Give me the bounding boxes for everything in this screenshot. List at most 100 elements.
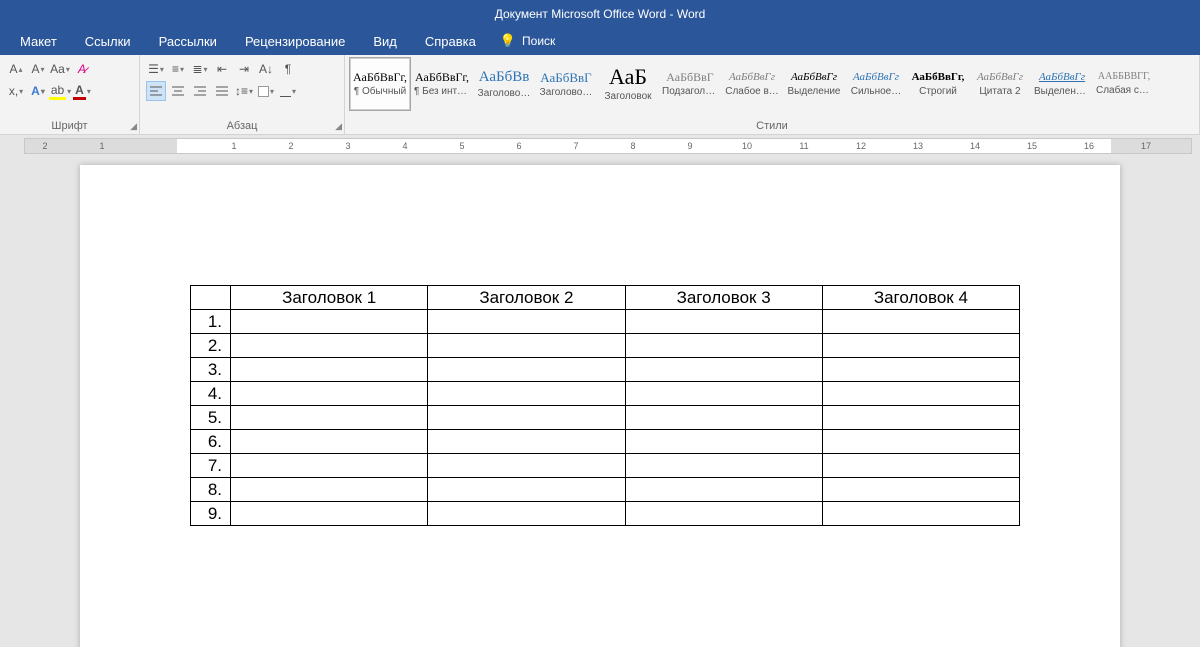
table-cell[interactable] — [822, 310, 1019, 334]
align-center-button[interactable] — [168, 81, 188, 101]
table-row-number[interactable]: 4. — [191, 382, 231, 406]
table-cell[interactable] — [625, 430, 822, 454]
table-cell[interactable] — [822, 382, 1019, 406]
style-item[interactable]: АаБбВвГгЦитата 2 — [969, 57, 1031, 111]
table-header-blank[interactable] — [191, 286, 231, 310]
table-header-row[interactable]: Заголовок 1 Заголовок 2 Заголовок 3 Заго… — [191, 286, 1020, 310]
table-cell[interactable] — [428, 502, 625, 526]
tab-mailings[interactable]: Рассылки — [145, 28, 231, 55]
tell-me-search[interactable]: 💡 Поиск — [490, 33, 555, 49]
table-cell[interactable] — [822, 358, 1019, 382]
table-cell[interactable] — [625, 478, 822, 502]
decrease-indent-button[interactable]: ⇤ — [212, 59, 232, 79]
table-cell[interactable] — [428, 478, 625, 502]
document-area[interactable]: Заголовок 1 Заголовок 2 Заголовок 3 Заго… — [0, 157, 1200, 647]
font-dialog-launcher-icon[interactable]: ◢ — [130, 121, 137, 132]
table-row[interactable]: 9. — [191, 502, 1020, 526]
table-cell[interactable] — [231, 406, 428, 430]
table-row-number[interactable]: 9. — [191, 502, 231, 526]
bullets-button[interactable]: ☰▾ — [146, 59, 166, 79]
sort-button[interactable]: A↓ — [256, 59, 276, 79]
text-effects-button[interactable]: A▾ — [28, 81, 48, 101]
table-row[interactable]: 5. — [191, 406, 1020, 430]
table-cell[interactable] — [625, 502, 822, 526]
table-cell[interactable] — [625, 454, 822, 478]
table-cell[interactable] — [428, 454, 625, 478]
style-item[interactable]: АаБбВвГгВыделенн… — [1031, 57, 1093, 111]
show-paragraph-marks-button[interactable]: ¶ — [278, 59, 298, 79]
style-item[interactable]: АаБбВвЗаголово… — [473, 57, 535, 111]
table-cell[interactable] — [231, 502, 428, 526]
table-cell[interactable] — [428, 358, 625, 382]
horizontal-ruler[interactable]: 211234567891011121314151617 — [24, 138, 1192, 154]
table-row[interactable]: 2. — [191, 334, 1020, 358]
styles-gallery[interactable]: АаБбВвГг,¶ ОбычныйАаБбВвГг,¶ Без инте…Аа… — [349, 57, 1195, 118]
tab-review[interactable]: Рецензирование — [231, 28, 359, 55]
style-item[interactable]: АаБбВвГЗаголово… — [535, 57, 597, 111]
table-cell[interactable] — [822, 430, 1019, 454]
table-header-cell[interactable]: Заголовок 3 — [625, 286, 822, 310]
table-row[interactable]: 7. — [191, 454, 1020, 478]
page[interactable]: Заголовок 1 Заголовок 2 Заголовок 3 Заго… — [80, 165, 1120, 647]
table-row[interactable]: 6. — [191, 430, 1020, 454]
table-header-cell[interactable]: Заголовок 2 — [428, 286, 625, 310]
table-row[interactable]: 4. — [191, 382, 1020, 406]
table-row[interactable]: 1. — [191, 310, 1020, 334]
table-row-number[interactable]: 2. — [191, 334, 231, 358]
table-cell[interactable] — [428, 382, 625, 406]
table-row[interactable]: 3. — [191, 358, 1020, 382]
style-item[interactable]: АаБЗаголовок — [597, 57, 659, 111]
table-row-number[interactable]: 7. — [191, 454, 231, 478]
table-cell[interactable] — [428, 310, 625, 334]
align-left-button[interactable] — [146, 81, 166, 101]
table-header-cell[interactable]: Заголовок 1 — [231, 286, 428, 310]
table-cell[interactable] — [822, 334, 1019, 358]
align-right-button[interactable] — [190, 81, 210, 101]
tab-references[interactable]: Ссылки — [71, 28, 145, 55]
table-cell[interactable] — [822, 502, 1019, 526]
table-row-number[interactable]: 3. — [191, 358, 231, 382]
table-cell[interactable] — [625, 406, 822, 430]
table-cell[interactable] — [231, 358, 428, 382]
style-item[interactable]: АаБбВвГПодзаголо… — [659, 57, 721, 111]
highlight-button[interactable]: ab▾ — [50, 81, 70, 101]
table-cell[interactable] — [822, 406, 1019, 430]
style-item[interactable]: АаБбВвГг,¶ Обычный — [349, 57, 411, 111]
table-cell[interactable] — [428, 406, 625, 430]
clear-formatting-button[interactable]: A̷ — [72, 59, 92, 79]
line-spacing-button[interactable]: ↕≡▾ — [234, 81, 254, 101]
style-item[interactable]: ААББВВГГ,Слабая сс… — [1093, 57, 1155, 111]
multilevel-list-button[interactable]: ≣▾ — [190, 59, 210, 79]
style-item[interactable]: АаБбВвГг,¶ Без инте… — [411, 57, 473, 111]
table-cell[interactable] — [428, 334, 625, 358]
change-case-button[interactable]: Aa▾ — [50, 59, 70, 79]
justify-button[interactable] — [212, 81, 232, 101]
table-cell[interactable] — [822, 454, 1019, 478]
table-header-cell[interactable]: Заголовок 4 — [822, 286, 1019, 310]
subscript-button[interactable]: x,▾ — [6, 81, 26, 101]
table-cell[interactable] — [231, 310, 428, 334]
increase-indent-button[interactable]: ⇥ — [234, 59, 254, 79]
numbering-button[interactable]: ≡▾ — [168, 59, 188, 79]
table-cell[interactable] — [625, 382, 822, 406]
shrink-font-button[interactable]: A▾ — [28, 59, 48, 79]
table-row-number[interactable]: 1. — [191, 310, 231, 334]
font-color-button[interactable]: A▾ — [72, 81, 92, 101]
table-cell[interactable] — [428, 430, 625, 454]
borders-button[interactable]: ▾ — [278, 81, 298, 101]
table-cell[interactable] — [231, 334, 428, 358]
table-cell[interactable] — [231, 478, 428, 502]
style-item[interactable]: АаБбВвГг,Строгий — [907, 57, 969, 111]
table-cell[interactable] — [231, 454, 428, 478]
table-row-number[interactable]: 5. — [191, 406, 231, 430]
table-cell[interactable] — [822, 478, 1019, 502]
shading-button[interactable]: ▾ — [256, 81, 276, 101]
tab-layout[interactable]: Макет — [6, 28, 71, 55]
table-cell[interactable] — [231, 430, 428, 454]
paragraph-dialog-launcher-icon[interactable]: ◢ — [335, 121, 342, 132]
style-item[interactable]: АаБбВвГгВыделение — [783, 57, 845, 111]
tab-help[interactable]: Справка — [411, 28, 490, 55]
table-row[interactable]: 8. — [191, 478, 1020, 502]
table-row-number[interactable]: 8. — [191, 478, 231, 502]
grow-font-button[interactable]: A▴ — [6, 59, 26, 79]
